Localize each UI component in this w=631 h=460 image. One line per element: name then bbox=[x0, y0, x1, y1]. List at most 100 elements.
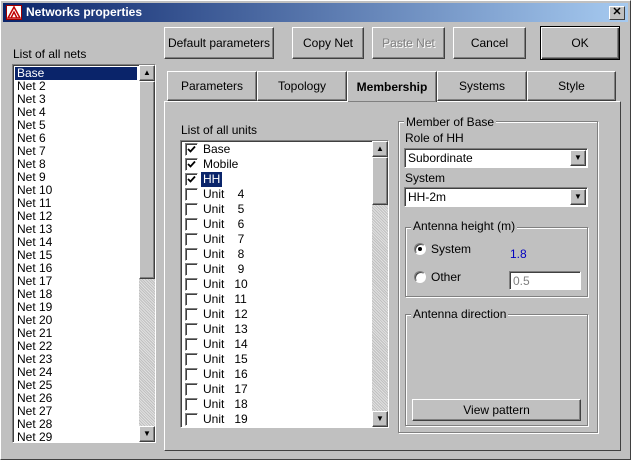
nets-scroll-thumb[interactable] bbox=[139, 81, 155, 279]
unit-list-item[interactable]: HH bbox=[182, 171, 371, 188]
arrow-up-icon: ▲ bbox=[143, 68, 151, 77]
unit-checkbox[interactable] bbox=[185, 278, 198, 291]
default-parameters-button[interactable]: Default parameters bbox=[164, 27, 274, 59]
unit-list-item[interactable]: Mobile bbox=[182, 157, 371, 172]
unit-name: Unit 13 bbox=[203, 322, 248, 336]
other-height-radio[interactable] bbox=[414, 271, 426, 283]
system-combobox[interactable]: HH-2m ▼ bbox=[404, 187, 588, 207]
unit-list-item[interactable]: Unit 13 bbox=[182, 322, 371, 337]
unit-checkbox[interactable] bbox=[185, 293, 198, 306]
units-listbox[interactable]: Base Mobile HH Unit 4 Unit 5 Unit 6 Unit 7 Unit… bbox=[180, 140, 389, 428]
unit-checkbox[interactable] bbox=[185, 203, 198, 216]
unit-name: Unit 8 bbox=[203, 247, 245, 261]
unit-checkbox[interactable] bbox=[185, 383, 198, 396]
unit-list-item[interactable]: Unit 19 bbox=[182, 412, 371, 427]
unit-list-item[interactable]: Unit 12 bbox=[182, 307, 371, 322]
unit-checkbox[interactable] bbox=[185, 398, 198, 411]
other-height-option-label: Other bbox=[431, 270, 462, 284]
unit-list-item[interactable]: Base bbox=[182, 142, 371, 157]
cancel-label: Cancel bbox=[470, 36, 509, 50]
unit-checkbox[interactable] bbox=[185, 413, 198, 426]
member-group-label: Member of Base bbox=[404, 115, 497, 129]
tab-systems[interactable]: Systems bbox=[437, 71, 527, 101]
unit-checkbox[interactable] bbox=[185, 143, 198, 156]
networks-properties-dialog: Networks properties ✕ Default parameters… bbox=[0, 0, 631, 460]
unit-checkbox[interactable] bbox=[185, 323, 198, 336]
unit-list-item[interactable]: Unit 18 bbox=[182, 397, 371, 412]
net-list-item[interactable]: Net 29 bbox=[15, 431, 137, 443]
view-pattern-label: View pattern bbox=[463, 403, 530, 417]
tab-parameters[interactable]: Parameters bbox=[167, 71, 257, 101]
tab-topology[interactable]: Topology bbox=[257, 71, 347, 101]
unit-checkbox[interactable] bbox=[185, 233, 198, 246]
unit-name: Mobile bbox=[203, 157, 239, 171]
nets-listbox[interactable]: Base Net 2 Net 3 Net 4 Net 5 Net 6 Net 7 Net 8N… bbox=[12, 64, 156, 443]
unit-checkbox[interactable] bbox=[185, 248, 198, 261]
unit-list-item[interactable]: Unit 16 bbox=[182, 367, 371, 382]
nets-list-label: List of all nets bbox=[13, 47, 87, 61]
nets-scroll-down-button[interactable]: ▼ bbox=[139, 426, 155, 442]
tab-style[interactable]: Style bbox=[527, 71, 616, 101]
unit-checkbox[interactable] bbox=[185, 158, 198, 171]
unit-name: Unit 14 bbox=[203, 337, 248, 351]
unit-checkbox[interactable] bbox=[185, 338, 198, 351]
unit-checkbox[interactable] bbox=[185, 368, 198, 381]
copy-net-label: Copy Net bbox=[302, 36, 354, 50]
unit-checkbox[interactable] bbox=[185, 308, 198, 321]
window-title: Networks properties bbox=[26, 5, 143, 19]
tab-label: Membership bbox=[356, 80, 428, 94]
unit-list-item[interactable]: Unit 17 bbox=[182, 382, 371, 397]
unit-list-item[interactable]: Unit 8 bbox=[182, 247, 371, 262]
role-value: Subordinate bbox=[408, 151, 473, 165]
unit-list-item[interactable]: Unit 14 bbox=[182, 337, 371, 352]
nets-scroll-up-button[interactable]: ▲ bbox=[139, 65, 155, 81]
units-scroll-thumb[interactable] bbox=[372, 157, 388, 205]
units-scrollbar[interactable]: ▲ ▼ bbox=[372, 141, 388, 427]
antenna-direction-label: Antenna direction bbox=[411, 307, 509, 321]
unit-name: Unit 6 bbox=[203, 217, 245, 231]
arrow-up-icon: ▲ bbox=[376, 144, 384, 153]
unit-list-item[interactable]: Unit 10 bbox=[182, 277, 371, 292]
copy-net-button[interactable]: Copy Net bbox=[292, 27, 364, 59]
role-dropdown-button[interactable]: ▼ bbox=[570, 150, 586, 166]
role-label: Role of HH bbox=[405, 131, 464, 145]
tab-label: Style bbox=[558, 79, 585, 93]
system-dropdown-button[interactable]: ▼ bbox=[570, 189, 586, 205]
unit-list-item[interactable]: Unit 4 bbox=[182, 187, 371, 202]
unit-name: Unit 9 bbox=[203, 262, 245, 276]
tab-membership[interactable]: Membership bbox=[347, 71, 437, 102]
units-scroll-down-button[interactable]: ▼ bbox=[372, 411, 388, 427]
paste-net-button[interactable]: Paste Net bbox=[372, 27, 445, 59]
role-combobox[interactable]: Subordinate ▼ bbox=[404, 148, 588, 168]
nets-scrollbar[interactable]: ▲ ▼ bbox=[139, 65, 155, 442]
unit-checkbox[interactable] bbox=[185, 188, 198, 201]
other-height-input[interactable]: 0.5 bbox=[509, 271, 581, 290]
unit-name: Unit 4 bbox=[203, 187, 245, 201]
unit-list-item[interactable]: Unit 6 bbox=[182, 217, 371, 232]
unit-list-item[interactable]: Unit 15 bbox=[182, 352, 371, 367]
unit-checkbox[interactable] bbox=[185, 263, 198, 276]
view-pattern-button[interactable]: View pattern bbox=[412, 399, 581, 421]
units-scroll-up-button[interactable]: ▲ bbox=[372, 141, 388, 157]
unit-checkbox[interactable] bbox=[185, 353, 198, 366]
unit-name: HH bbox=[199, 171, 224, 188]
arrow-down-icon: ▼ bbox=[376, 414, 384, 423]
system-height-radio[interactable] bbox=[414, 243, 426, 255]
check-icon bbox=[187, 160, 196, 168]
tab-label: Topology bbox=[277, 79, 327, 93]
system-height-value: 1.8 bbox=[510, 247, 527, 261]
ok-button[interactable]: OK bbox=[540, 26, 620, 60]
unit-name: Unit 16 bbox=[203, 367, 248, 381]
cancel-button[interactable]: Cancel bbox=[453, 27, 526, 59]
unit-name: Unit 15 bbox=[203, 352, 248, 366]
unit-list-item[interactable]: Unit 5 bbox=[182, 202, 371, 217]
unit-list-item[interactable]: Unit 11 bbox=[182, 292, 371, 307]
title-bar[interactable]: Networks properties ✕ bbox=[3, 3, 628, 22]
unit-list-item[interactable]: Unit 7 bbox=[182, 232, 371, 247]
unit-checkbox[interactable] bbox=[185, 218, 198, 231]
tab-label: Systems bbox=[458, 79, 505, 93]
unit-checkbox[interactable] bbox=[185, 173, 198, 186]
unit-list-item[interactable]: Unit 9 bbox=[182, 262, 371, 277]
close-button[interactable]: ✕ bbox=[609, 6, 625, 20]
system-label: System bbox=[405, 171, 446, 185]
